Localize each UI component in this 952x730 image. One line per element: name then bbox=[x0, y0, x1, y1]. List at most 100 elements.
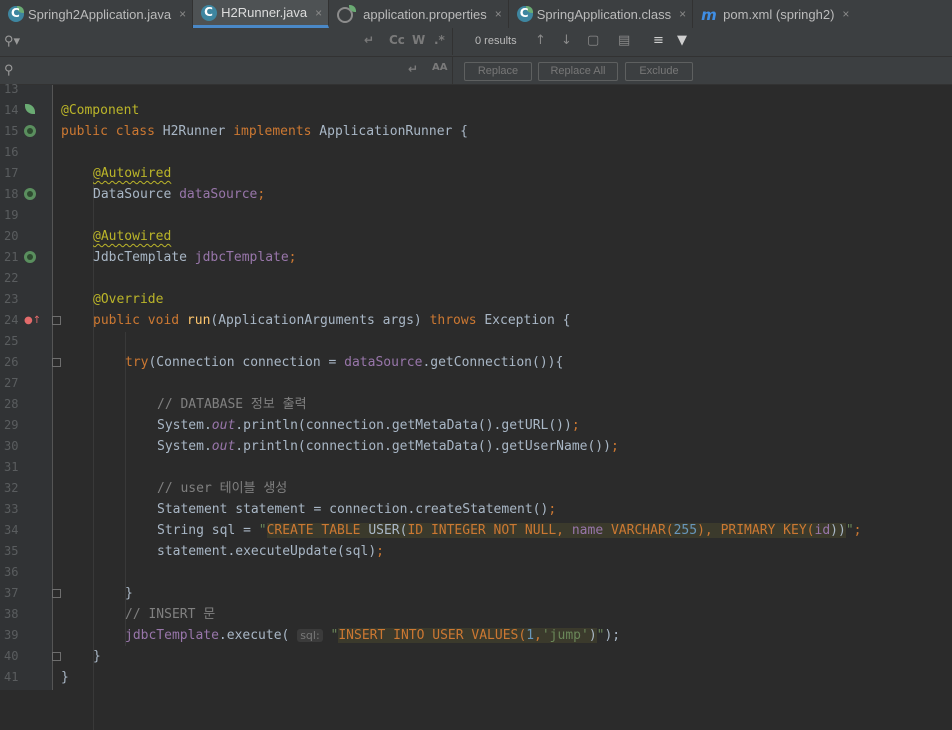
preserve-case-toggle[interactable]: AA bbox=[432, 62, 447, 73]
fold-icon[interactable] bbox=[52, 358, 61, 367]
line-number: 16 bbox=[4, 145, 19, 159]
next-occurrence-icon[interactable]: ↓ bbox=[561, 33, 572, 48]
code-line: 41} bbox=[0, 667, 952, 688]
line-number: 22 bbox=[4, 271, 19, 285]
code-token: System. bbox=[157, 439, 212, 454]
search-icon[interactable]: ⚲ bbox=[4, 62, 14, 78]
code-token: @Override bbox=[93, 292, 164, 307]
line-number: 38 bbox=[4, 607, 19, 621]
close-icon[interactable]: × bbox=[679, 7, 686, 21]
code-editor[interactable]: 13 14 @Component 15 public class H2Runner … bbox=[0, 82, 952, 730]
close-icon[interactable]: × bbox=[842, 7, 849, 21]
injected-sql: INSERT INTO USER VALUES(1,'jump') bbox=[338, 628, 597, 643]
parameter-hint: sql: bbox=[297, 629, 323, 642]
code-token: " bbox=[322, 628, 339, 643]
line-number: 25 bbox=[4, 334, 19, 348]
code-line: 27 bbox=[0, 373, 952, 394]
code-token: } bbox=[93, 649, 101, 664]
line-number: 34 bbox=[4, 523, 19, 537]
tab-springapplication-class[interactable]: SpringApplication.class × bbox=[509, 0, 694, 28]
code-line: 34 String sql = "CREATE TABLE USER(ID INT… bbox=[0, 520, 952, 541]
in-selection-icon[interactable]: ▤ bbox=[618, 33, 630, 48]
code-line: 22 bbox=[0, 268, 952, 289]
fold-icon[interactable] bbox=[52, 589, 61, 598]
override-method-icon[interactable]: ●↑ bbox=[24, 310, 41, 326]
code-token: Statement statement = connection.createS… bbox=[157, 502, 549, 517]
search-icon[interactable]: ⚲▾ bbox=[4, 33, 20, 49]
code-token: dataSource bbox=[179, 187, 258, 202]
code-line: 35 statement.executeUpdate(sql); bbox=[0, 541, 952, 562]
code-token: " bbox=[845, 523, 854, 538]
line-number: 19 bbox=[4, 208, 19, 222]
spring-bean-icon[interactable] bbox=[24, 104, 36, 116]
line-number: 32 bbox=[4, 481, 19, 495]
newline-icon[interactable]: ↵ bbox=[364, 33, 374, 47]
filter-icon[interactable]: ▼ bbox=[677, 33, 687, 48]
code-token: } bbox=[61, 670, 69, 685]
code-line: 31 bbox=[0, 457, 952, 478]
line-number: 31 bbox=[4, 460, 19, 474]
regex-toggle[interactable]: .* bbox=[434, 33, 445, 47]
match-case-toggle[interactable]: Cc bbox=[389, 33, 405, 47]
line-number: 24 bbox=[4, 313, 19, 327]
tab-pom-xml[interactable]: m pom.xml (springh2) × bbox=[693, 0, 855, 28]
code-line: 29 System.out.println(connection.getMetaD… bbox=[0, 415, 952, 436]
fold-icon[interactable] bbox=[52, 316, 61, 325]
line-number: 18 bbox=[4, 187, 19, 201]
find-replace-panel: ⚲▾ ↵ Cc W .* 0 results ↑ ↓ ▢ ▤ ≡ ▼ ⚲ ↵ A… bbox=[0, 28, 952, 85]
line-number: 37 bbox=[4, 586, 19, 600]
java-class-spring-icon bbox=[8, 6, 24, 22]
line-number: 29 bbox=[4, 418, 19, 432]
bean-navigation-icon[interactable] bbox=[24, 251, 36, 263]
line-number: 17 bbox=[4, 166, 19, 180]
code-token: out bbox=[211, 439, 236, 454]
newline-icon[interactable]: ↵ bbox=[408, 62, 418, 76]
java-class-icon bbox=[201, 4, 218, 21]
select-all-occurrences-icon[interactable]: ▢ bbox=[587, 33, 599, 48]
search-results-count: 0 results bbox=[475, 35, 517, 47]
java-class-spring-icon bbox=[516, 6, 533, 22]
code-token: ; bbox=[376, 544, 384, 559]
tab-application-properties[interactable]: application.properties × bbox=[329, 0, 509, 28]
tab-springh2application[interactable]: Springh2Application.java × bbox=[0, 0, 194, 28]
find-row: ⚲▾ ↵ Cc W .* 0 results ↑ ↓ ▢ ▤ ≡ ▼ bbox=[0, 28, 952, 56]
line-number: 15 bbox=[4, 124, 19, 138]
bean-navigation-icon[interactable] bbox=[24, 188, 36, 200]
code-line: 14 @Component bbox=[0, 100, 952, 121]
injected-sql: CREATE TABLE USER(ID INTEGER NOT NULL, n… bbox=[266, 523, 846, 538]
code-token: Exception { bbox=[484, 313, 571, 328]
filter-options-icon[interactable]: ≡ bbox=[653, 33, 664, 48]
tab-h2runner[interactable]: H2Runner.java × bbox=[193, 0, 330, 28]
close-icon[interactable]: × bbox=[495, 7, 502, 21]
fold-icon[interactable] bbox=[52, 652, 61, 661]
line-number: 28 bbox=[4, 397, 19, 411]
code-token: System. bbox=[157, 418, 212, 433]
code-token: ; bbox=[610, 439, 619, 454]
code-line: 20 @Autowired bbox=[0, 226, 952, 247]
code-token: jdbcTemplate bbox=[194, 250, 289, 265]
words-toggle[interactable]: W bbox=[412, 33, 425, 47]
line-number: 26 bbox=[4, 355, 19, 369]
editor-tab-bar: Springh2Application.java × H2Runner.java… bbox=[0, 0, 952, 29]
code-token: @Autowired bbox=[93, 229, 172, 244]
code-line: 36 bbox=[0, 562, 952, 583]
code-line: 25 bbox=[0, 331, 952, 352]
line-number: 30 bbox=[4, 439, 19, 453]
code-token: try bbox=[125, 355, 149, 370]
tab-label: Springh2Application.java bbox=[28, 6, 172, 22]
previous-occurrence-icon[interactable]: ↑ bbox=[535, 33, 546, 48]
search-input[interactable]: ⚲▾ ↵ Cc W .* bbox=[0, 28, 453, 55]
bean-navigation-icon[interactable] bbox=[24, 125, 36, 137]
code-token: ApplicationRunner { bbox=[319, 124, 469, 139]
tab-label: application.properties bbox=[363, 6, 487, 22]
spring-properties-icon bbox=[337, 5, 357, 23]
code-token: String sql = bbox=[157, 523, 259, 538]
close-icon[interactable]: × bbox=[315, 6, 322, 20]
code-token: statement.executeUpdate(sql) bbox=[157, 544, 377, 559]
code-comment: // INSERT 문 bbox=[125, 607, 216, 622]
close-icon[interactable]: × bbox=[179, 7, 186, 21]
code-token: H2Runner bbox=[162, 124, 234, 139]
code-token: DataSource bbox=[93, 187, 180, 202]
code-line: 26 try(Connection connection = dataSource… bbox=[0, 352, 952, 373]
code-line: 17 @Autowired bbox=[0, 163, 952, 184]
